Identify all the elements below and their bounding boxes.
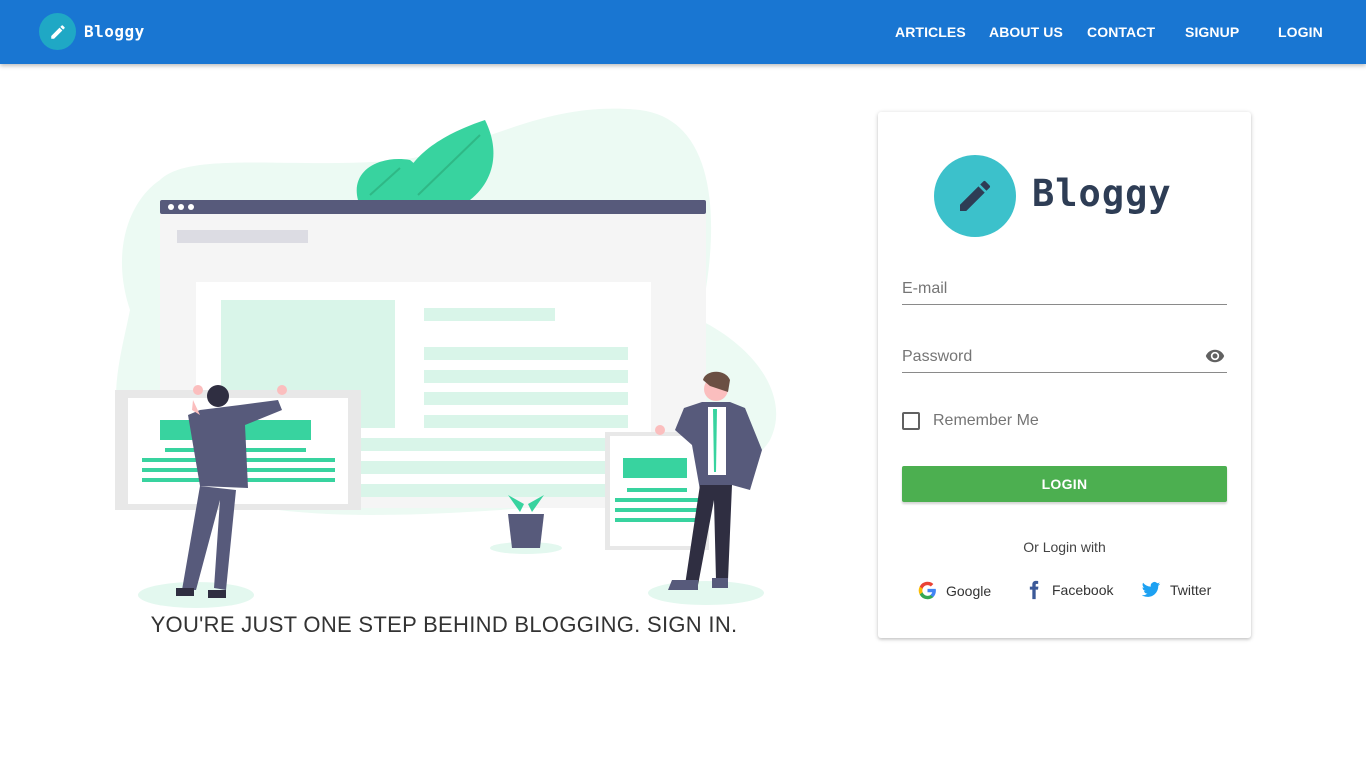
- nav-contact[interactable]: CONTACT: [1087, 24, 1155, 40]
- google-login-button[interactable]: Google: [917, 580, 991, 601]
- nav-login[interactable]: LOGIN: [1278, 24, 1323, 40]
- blogging-illustration: [115, 108, 777, 608]
- password-field-wrapper: [902, 333, 1227, 373]
- facebook-label: Facebook: [1052, 582, 1114, 598]
- login-card: Bloggy Remember Me LOGIN Or Login with G…: [878, 112, 1251, 638]
- remember-me-checkbox[interactable]: Remember Me: [902, 412, 1039, 430]
- card-brand-name: Bloggy: [1032, 172, 1172, 215]
- hero-tagline: YOU'RE JUST ONE STEP BEHIND BLOGGING. SI…: [150, 612, 738, 637]
- facebook-icon: [1029, 580, 1039, 600]
- google-label: Google: [946, 582, 992, 599]
- google-icon: [918, 581, 936, 600]
- twitter-label: Twitter: [1170, 582, 1212, 598]
- twitter-login-button[interactable]: Twitter: [1140, 580, 1211, 600]
- password-field[interactable]: [902, 348, 1192, 366]
- nav-articles[interactable]: ARTICLES: [895, 24, 966, 40]
- pencil-icon: [934, 155, 1016, 237]
- or-login-with-text: Or Login with: [1023, 539, 1106, 555]
- email-field-wrapper: [902, 265, 1227, 305]
- eye-icon[interactable]: [1203, 346, 1227, 366]
- brand-home-link[interactable]: Bloggy: [39, 13, 145, 50]
- twitter-icon: [1141, 582, 1161, 597]
- top-app-bar: Bloggy ARTICLES ABOUT US CONTACT SIGNUP …: [0, 0, 1366, 64]
- pencil-icon: [39, 13, 76, 50]
- facebook-login-button[interactable]: Facebook: [1024, 580, 1113, 600]
- email-field[interactable]: [902, 280, 1192, 298]
- nav-signup[interactable]: SIGNUP: [1185, 24, 1239, 40]
- nav-about-us[interactable]: ABOUT US: [989, 24, 1063, 40]
- checkbox-box[interactable]: [902, 412, 920, 430]
- remember-me-label: Remember Me: [933, 412, 1039, 429]
- brand-name: Bloggy: [84, 22, 145, 41]
- login-button[interactable]: LOGIN: [902, 466, 1227, 502]
